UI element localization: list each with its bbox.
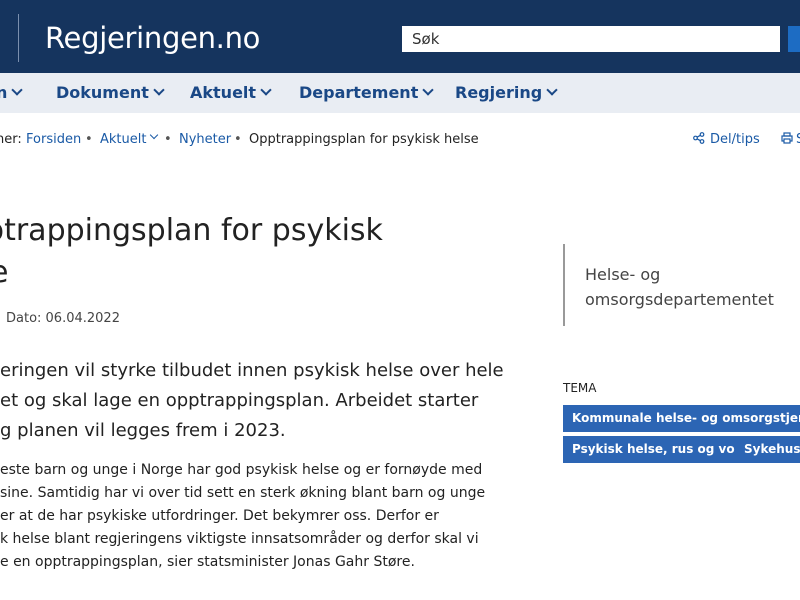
nav-item-partial[interactable]: n <box>0 83 24 102</box>
lead-line: et og skal lage en opptrappingsplan. Arb… <box>0 390 479 411</box>
breadcrumb-link-forsiden[interactable]: Forsiden <box>26 132 81 147</box>
body-line: er at de har psykiske utfordringer. Det … <box>0 508 439 524</box>
nav-item-label: Regjering <box>455 83 543 102</box>
share-icon <box>693 132 705 144</box>
chevron-down-icon <box>422 84 435 96</box>
search-button[interactable] <box>788 26 800 52</box>
nav-item-departement[interactable]: Departement <box>299 83 435 102</box>
breadcrumb-separator: • <box>164 132 172 147</box>
lead-line: g planen vil legges frem i 2023. <box>0 420 286 441</box>
nav-item-label: n <box>0 83 8 102</box>
chevron-down-icon <box>260 84 272 96</box>
article-date: Dato: 06.04.2022 <box>6 311 120 326</box>
print-link[interactable]: S <box>781 132 800 147</box>
print-label: S <box>796 132 800 147</box>
header-divider <box>18 14 19 62</box>
body-line: sine. Samtidig har vi over tid sett en s… <box>0 485 486 501</box>
lead-line: eringen vil styrke tilbudet innen psykis… <box>0 360 504 381</box>
breadcrumb-prefix: her: <box>0 132 22 147</box>
article-title-line: lse <box>0 252 426 294</box>
tema-heading: TEMA <box>563 381 597 395</box>
chevron-down-icon <box>11 84 24 96</box>
nav-item-aktuelt[interactable]: Aktuelt <box>190 83 272 102</box>
breadcrumb-link-nyheter[interactable]: Nyheter <box>179 132 231 147</box>
breadcrumb-link-aktuelt[interactable]: Aktuelt <box>100 130 159 147</box>
print-icon <box>781 132 793 144</box>
breadcrumb-current: Opptrappingsplan for psykisk helse <box>249 132 479 147</box>
nav-item-regjering[interactable]: Regjering <box>455 83 558 102</box>
main-nav: n Dokument Aktuelt Departement Regjering <box>0 73 800 113</box>
body-line: k helse blant regjeringens viktigste inn… <box>0 531 479 547</box>
search-input[interactable] <box>402 26 780 52</box>
article-title-line: pptrappingsplan for psykisk <box>0 213 383 248</box>
share-label: Del/tips <box>710 132 760 147</box>
article-body: este barn og unge i Norge har god psykis… <box>0 459 485 574</box>
share-link[interactable]: Del/tips <box>693 132 760 147</box>
breadcrumb-separator: • <box>234 132 242 147</box>
breadcrumb-separator: • <box>85 132 93 147</box>
nav-item-label: Departement <box>299 83 419 102</box>
article-lead: eringen vil styrke tilbudet innen psykis… <box>0 356 504 446</box>
body-line: e en opptrappingsplan, sier statsministe… <box>0 554 415 570</box>
site-logo-link[interactable]: Regjeringen.no <box>45 21 260 55</box>
tag-psykisk-helse[interactable]: Psykisk helse, rus og vold <box>563 436 757 463</box>
nav-item-label: Dokument <box>56 83 149 102</box>
breadcrumb-label: Aktuelt <box>100 132 147 147</box>
department-link[interactable]: Helse- og omsorgsdepartementet <box>585 262 795 312</box>
chevron-down-icon <box>546 84 558 96</box>
nav-item-dokument[interactable]: Dokument <box>56 83 165 102</box>
chevron-down-icon <box>153 84 165 96</box>
nav-item-label: Aktuelt <box>190 83 257 102</box>
site-header: Regjeringen.no <box>0 0 800 73</box>
tag-kommunale-helse[interactable]: Kommunale helse- og omsorgstjenester <box>563 405 800 432</box>
tag-sykehus[interactable]: Sykehus <box>735 436 800 463</box>
body-line: este barn og unge i Norge har god psykis… <box>0 462 483 478</box>
article-title: pptrappingsplan for psykisk lse <box>0 210 426 294</box>
chevron-down-icon <box>150 130 159 140</box>
